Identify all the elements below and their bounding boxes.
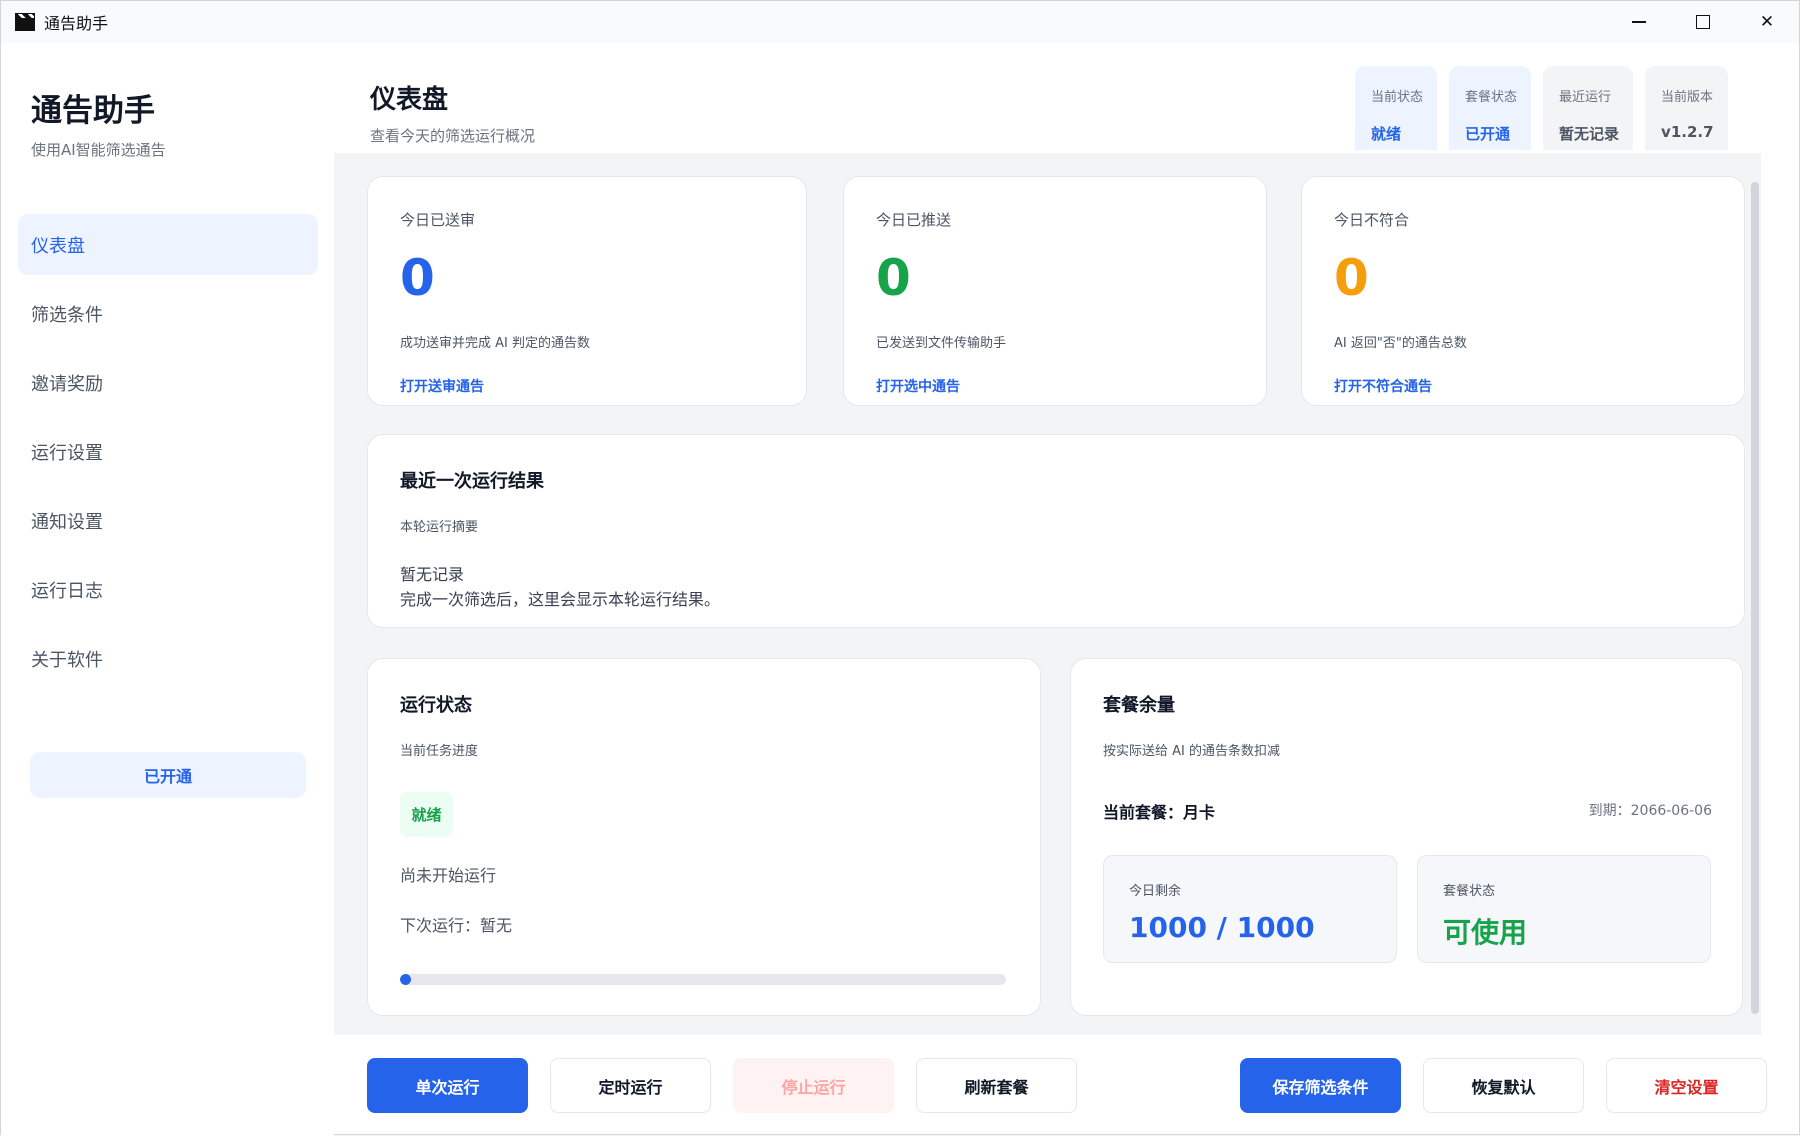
status-chips: 当前状态 就绪 套餐状态 已开通 最近运行 暂无记录 当前版本 v1.2.7: [1355, 66, 1728, 150]
plan-status-box: 套餐状态 可使用: [1417, 855, 1711, 963]
sidebar-item-dashboard[interactable]: 仪表盘: [18, 214, 318, 275]
remaining-label: 今日剩余: [1129, 884, 1182, 899]
chip-label: 套餐状态: [1465, 90, 1518, 105]
status-badge: 就绪: [400, 792, 453, 837]
stat-label: 今日已送审: [400, 211, 476, 229]
stat-card-rejected: 今日不符合 0 AI 返回"否"的通告总数 打开不符合通告: [1301, 176, 1745, 406]
close-icon: ✕: [1759, 12, 1775, 32]
sidebar-item-invite-rewards[interactable]: 邀请奖励: [18, 352, 318, 413]
stat-card-pushed: 今日已推送 0 已发送到文件传输助手 打开选中通告: [843, 176, 1267, 406]
stat-label: 今日已推送: [876, 211, 952, 229]
card-title: 运行状态: [400, 695, 472, 716]
refresh-plan-button[interactable]: 刷新套餐: [916, 1058, 1077, 1113]
clear-settings-button[interactable]: 清空设置: [1606, 1058, 1767, 1113]
chip-value: 就绪: [1371, 125, 1402, 143]
remaining-value: 1000 / 1000: [1129, 911, 1315, 944]
sidebar: 通告助手 使用AI智能筛选通告 仪表盘 筛选条件 邀请奖励 运行设置 通知设置 …: [1, 43, 334, 1136]
clapperboard-icon: [15, 13, 35, 31]
maximize-icon: [1696, 15, 1710, 29]
save-filters-button[interactable]: 保存筛选条件: [1240, 1058, 1401, 1113]
brand-title: 通告助手: [31, 93, 155, 129]
last-run-description: 完成一次筛选后，这里会显示本轮运行结果。: [400, 590, 721, 609]
chip-value: 已开通: [1465, 125, 1511, 143]
stat-value: 0: [876, 249, 911, 307]
minimize-button[interactable]: [1607, 1, 1671, 43]
chip-label: 最近运行: [1559, 90, 1612, 105]
stat-label: 今日不符合: [1334, 211, 1410, 229]
window-controls: ✕: [1607, 1, 1799, 43]
chip-label: 当前状态: [1371, 90, 1424, 105]
progress-bar: [400, 974, 1006, 985]
next-run-text: 下次运行：暂无: [400, 916, 513, 935]
card-subtitle: 本轮运行摘要: [400, 520, 479, 535]
sidebar-item-filters[interactable]: 筛选条件: [18, 283, 318, 344]
remaining-quota-box: 今日剩余 1000 / 1000: [1103, 855, 1397, 963]
progress-fill: [400, 974, 411, 985]
plan-balance-card: 套餐余量 按实际送给 AI 的通告条数扣减 当前套餐：月卡 到期：2066-06…: [1070, 658, 1743, 1016]
sidebar-nav: 仪表盘 筛选条件 邀请奖励 运行设置 通知设置 运行日志 关于软件: [18, 214, 318, 697]
card-subtitle: 按实际送给 AI 的通告条数扣减: [1103, 744, 1280, 759]
card-subtitle: 当前任务进度: [400, 744, 479, 759]
stat-value: 0: [400, 249, 435, 307]
chip-value: 暂无记录: [1559, 125, 1620, 143]
window-title: 通告助手: [44, 14, 109, 33]
open-rejected-link[interactable]: 打开不符合通告: [1334, 376, 1432, 396]
restore-default-button[interactable]: 恢复默认: [1423, 1058, 1584, 1113]
chip-current-status: 当前状态 就绪: [1355, 66, 1438, 150]
scheduled-run-button[interactable]: 定时运行: [550, 1058, 711, 1113]
maximize-button[interactable]: [1671, 1, 1735, 43]
plan-status-label: 套餐状态: [1443, 884, 1496, 899]
sidebar-item-run-log[interactable]: 运行日志: [18, 559, 318, 620]
last-run-card: 最近一次运行结果 本轮运行摘要 暂无记录 完成一次筛选后，这里会显示本轮运行结果…: [367, 434, 1745, 628]
open-submitted-link[interactable]: 打开送审通告: [400, 376, 484, 396]
plan-expiry: 到期：2066-06-06: [1588, 803, 1712, 819]
card-title: 套餐余量: [1103, 695, 1175, 716]
chip-plan-status: 套餐状态 已开通: [1449, 66, 1532, 150]
last-run-result: 暂无记录: [400, 565, 465, 584]
sidebar-item-about[interactable]: 关于软件: [18, 628, 318, 689]
app-window: 通告助手 ✕ 通告助手 使用AI智能筛选通告 仪表盘 筛选条件 邀请奖励 运行设…: [0, 0, 1800, 1136]
page-subtitle: 查看今天的筛选运行概况: [370, 127, 536, 145]
stat-description: 成功送审并完成 AI 判定的通告数: [400, 336, 590, 351]
chip-last-run: 最近运行 暂无记录: [1543, 66, 1634, 150]
single-run-button[interactable]: 单次运行: [367, 1058, 528, 1113]
stat-description: 已发送到文件传输助手: [876, 336, 1007, 351]
card-title: 最近一次运行结果: [400, 471, 544, 492]
chip-value: v1.2.7: [1661, 123, 1714, 141]
minimize-icon: [1632, 21, 1646, 23]
title-bar: 通告助手 ✕: [1, 1, 1799, 43]
plan-status-value: 可使用: [1443, 916, 1528, 949]
run-status-text: 尚未开始运行: [400, 866, 497, 885]
close-button[interactable]: ✕: [1735, 1, 1799, 43]
sidebar-item-run-settings[interactable]: 运行设置: [18, 421, 318, 482]
run-status-card: 运行状态 当前任务进度 就绪 尚未开始运行 下次运行：暂无: [367, 658, 1041, 1016]
stop-run-button[interactable]: 停止运行: [733, 1058, 894, 1113]
brand-subtitle: 使用AI智能筛选通告: [31, 141, 166, 159]
content-scrollbar[interactable]: [1751, 182, 1759, 1014]
stat-card-submitted: 今日已送审 0 成功送审并完成 AI 判定的通告数 打开送审通告: [367, 176, 807, 406]
page-title: 仪表盘: [370, 85, 449, 115]
chip-version: 当前版本 v1.2.7: [1645, 66, 1728, 150]
stat-value: 0: [1334, 249, 1369, 307]
stat-description: AI 返回"否"的通告总数: [1334, 336, 1467, 351]
open-selected-link[interactable]: 打开选中通告: [876, 376, 960, 396]
chip-label: 当前版本: [1661, 90, 1714, 105]
sidebar-item-notify-settings[interactable]: 通知设置: [18, 490, 318, 551]
current-plan: 当前套餐：月卡: [1103, 803, 1216, 822]
plan-status-pill[interactable]: 已开通: [30, 752, 306, 798]
